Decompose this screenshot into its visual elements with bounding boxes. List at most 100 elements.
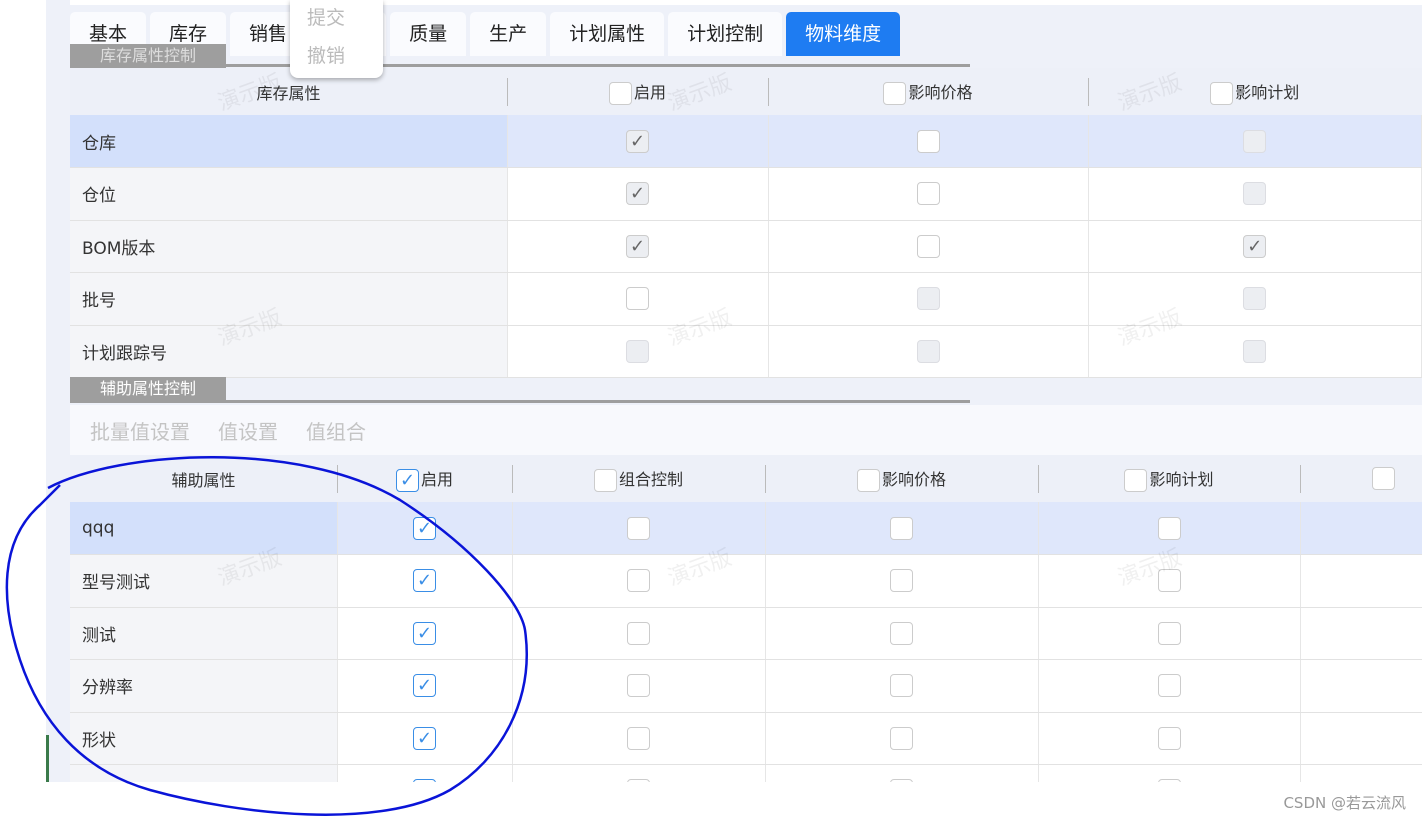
header-checkbox[interactable]: [1124, 468, 1148, 492]
row-checkbox[interactable]: [916, 182, 940, 206]
tab-7[interactable]: 计划控制: [668, 12, 783, 56]
header-label: 影响计划: [1235, 82, 1300, 102]
value-combination-button[interactable]: 值组合: [306, 416, 366, 445]
header-checkbox[interactable]: [1210, 81, 1234, 105]
header-label: 影响价格: [908, 82, 973, 102]
row-name: 批号: [70, 272, 508, 326]
table-row[interactable]: 型号测试 ✓: [70, 554, 1422, 608]
column-header: [1300, 455, 1422, 502]
table-row[interactable]: qqq ✓: [70, 502, 1422, 555]
row-checkbox[interactable]: [627, 779, 650, 782]
table-row[interactable]: 测试 ✓: [70, 607, 1422, 660]
row-checkbox[interactable]: [1243, 339, 1267, 363]
row-checkbox[interactable]: ✓: [626, 234, 649, 258]
row-name: 分辨率: [70, 659, 338, 713]
header-checkbox[interactable]: [883, 81, 907, 105]
column-header: 组合控制: [512, 455, 765, 502]
divider: [70, 400, 970, 403]
table-row[interactable]: 分辨率 ✓: [70, 659, 1422, 713]
value-setting-button[interactable]: 值设置: [218, 416, 278, 445]
row-checkbox[interactable]: [1157, 569, 1181, 593]
row-checkbox[interactable]: [1157, 779, 1181, 782]
row-checkbox[interactable]: [1157, 621, 1181, 645]
table-row[interactable]: 仓位 ✓: [70, 167, 1422, 221]
left-edge: [46, 735, 49, 782]
row-name: BOM版本: [70, 220, 508, 273]
table-row[interactable]: 形状 ✓: [70, 712, 1422, 765]
row-checkbox[interactable]: [626, 287, 649, 311]
header-label: 启用: [633, 82, 666, 102]
tab-8[interactable]: 物料维度: [786, 12, 901, 56]
header-label: 影响价格: [881, 469, 946, 489]
row-checkbox[interactable]: ✓: [413, 779, 436, 782]
header-label: 启用: [420, 469, 453, 489]
row-checkbox[interactable]: [916, 129, 940, 153]
row-name: 形状: [70, 712, 338, 765]
row-checkbox[interactable]: ✓: [413, 674, 436, 698]
row-checkbox[interactable]: [890, 516, 913, 540]
row-checkbox[interactable]: [1157, 516, 1181, 540]
column-header: 库存属性: [70, 68, 507, 115]
row-checkbox[interactable]: [1243, 287, 1267, 311]
row-checkbox[interactable]: ✓: [626, 182, 649, 206]
column-header: 影响计划: [1088, 68, 1422, 115]
row-checkbox[interactable]: [627, 674, 650, 698]
column-header: 辅助属性: [70, 455, 337, 502]
row-name: 计划跟踪号: [70, 325, 508, 378]
column-header: ✓ 启用: [337, 455, 512, 502]
row-checkbox[interactable]: ✓: [1243, 234, 1267, 258]
row-checkbox[interactable]: [1157, 674, 1181, 698]
row-checkbox[interactable]: ✓: [413, 621, 436, 645]
inventory-attribute-table: 库存属性 启用 影响价格 影响计划 仓库 ✓ 仓位 ✓ BOM版本 ✓ ✓ 批号 计划跟踪号: [70, 68, 1422, 378]
section-title-aux: 辅助属性控制: [70, 377, 227, 401]
row-checkbox[interactable]: [916, 234, 940, 258]
row-checkbox[interactable]: ✓: [413, 726, 436, 750]
header-checkbox[interactable]: [608, 81, 632, 105]
table-row[interactable]: 仓库 ✓: [70, 115, 1422, 168]
tab-5[interactable]: 生产: [470, 12, 547, 56]
column-header: 影响价格: [765, 455, 1038, 502]
header-label: 影响计划: [1149, 469, 1214, 489]
row-checkbox[interactable]: [890, 569, 913, 593]
row-checkbox[interactable]: [627, 569, 650, 593]
row-checkbox[interactable]: ✓: [626, 129, 649, 153]
row-checkbox[interactable]: [626, 339, 649, 363]
top-bar: [70, 0, 1422, 5]
menu-item-revoke[interactable]: 撤销: [290, 38, 383, 76]
row-checkbox[interactable]: [916, 339, 940, 363]
row-name: qqq: [70, 502, 338, 555]
table-row[interactable]: 批号: [70, 272, 1422, 326]
row-checkbox[interactable]: [890, 779, 913, 782]
header-label: 辅助属性: [171, 470, 236, 490]
row-checkbox[interactable]: [890, 621, 913, 645]
row-checkbox[interactable]: ✓: [413, 569, 436, 593]
table-row[interactable]: ✓: [70, 764, 1422, 782]
row-checkbox[interactable]: ✓: [413, 516, 436, 540]
batch-value-setting-button[interactable]: 批量值设置: [90, 416, 190, 445]
row-checkbox[interactable]: [627, 621, 650, 645]
tab-4[interactable]: 质量: [390, 12, 467, 56]
row-checkbox[interactable]: [627, 726, 650, 750]
row-checkbox[interactable]: [627, 516, 650, 540]
row-checkbox[interactable]: [890, 726, 913, 750]
row-checkbox[interactable]: [1243, 129, 1267, 153]
column-header: 影响价格: [768, 68, 1088, 115]
divider: [70, 64, 970, 67]
table-row[interactable]: BOM版本 ✓ ✓: [70, 220, 1422, 273]
row-checkbox[interactable]: [916, 287, 940, 311]
row-checkbox[interactable]: [890, 674, 913, 698]
table-row[interactable]: 计划跟踪号: [70, 325, 1422, 378]
menu-item-submit[interactable]: 提交: [290, 0, 383, 38]
header-checkbox[interactable]: ✓: [395, 468, 419, 492]
tab-6[interactable]: 计划属性: [550, 12, 665, 56]
header-label: 组合控制: [618, 469, 683, 489]
row-name: 型号测试: [70, 554, 338, 608]
row-checkbox[interactable]: [1157, 726, 1181, 750]
popup-menu: 提交 撤销: [290, 0, 383, 78]
row-name: [70, 764, 338, 782]
header-checkbox[interactable]: [593, 468, 617, 492]
row-name: 仓库: [70, 115, 508, 168]
row-checkbox[interactable]: [1243, 182, 1267, 206]
header-checkbox[interactable]: [1372, 467, 1396, 490]
header-checkbox[interactable]: [856, 468, 880, 492]
